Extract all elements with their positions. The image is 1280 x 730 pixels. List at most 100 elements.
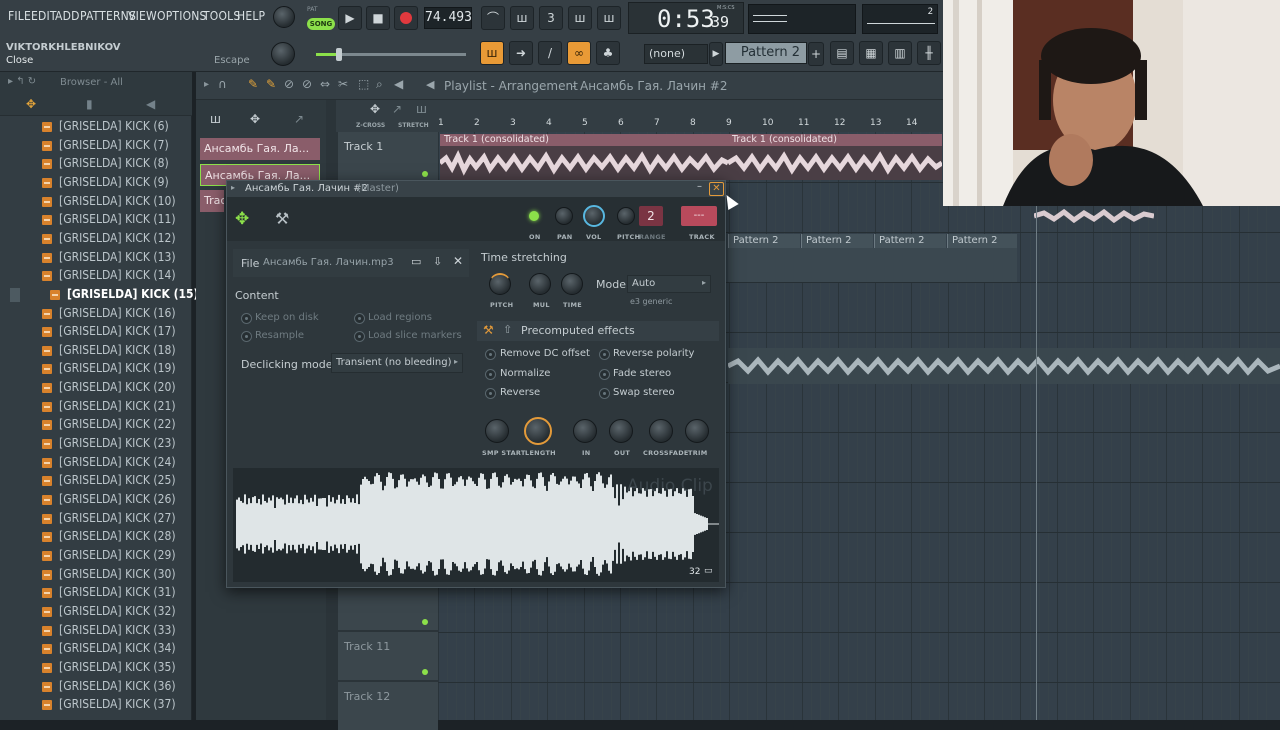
metronome-icon[interactable]: ⌒ — [481, 6, 505, 30]
pattern-prev-icon[interactable]: ▶ — [709, 42, 723, 66]
browser-item[interactable]: [GRISELDA] KICK (8) — [0, 155, 190, 173]
browser-item[interactable]: [GRISELDA] KICK (35) — [0, 659, 190, 677]
browser-item[interactable]: [GRISELDA] KICK (28) — [0, 528, 190, 546]
menu-tools[interactable]: TOOLS — [203, 9, 240, 23]
mode-select[interactable]: Auto ▸ — [627, 275, 711, 293]
magnet-icon[interactable]: ∩ — [218, 77, 227, 91]
browser-item[interactable]: [GRISELDA] KICK (21) — [0, 398, 190, 416]
browser-item[interactable]: [GRISELDA] KICK (32) — [0, 603, 190, 621]
in-knob[interactable] — [573, 419, 597, 443]
draw-tool-icon[interactable]: ✎ — [248, 77, 258, 91]
zoom-tool-icon[interactable]: ⌕ — [376, 77, 383, 92]
track-12-led[interactable] — [422, 669, 428, 675]
audio-icon[interactable]: ✥ — [250, 112, 260, 126]
snap-icon[interactable]: ш — [480, 41, 504, 65]
ts-time-knob[interactable] — [561, 273, 583, 295]
clip-waveform-display[interactable]: Audio Clip 32 ▭ — [233, 468, 719, 582]
reverse-polarity-radio[interactable] — [599, 349, 610, 360]
browser-item[interactable]: [GRISELDA] KICK (34) — [0, 640, 190, 658]
master-volume-knob[interactable] — [273, 6, 295, 28]
resample-radio[interactable] — [241, 331, 252, 342]
select-tool-icon[interactable]: ⬚ — [358, 77, 369, 91]
resample-icon[interactable]: ш — [416, 102, 427, 116]
browser-nav-icon[interactable]: ▸ ↰ ↻ — [8, 76, 36, 87]
pattern-block-2[interactable]: Pattern 2 — [801, 234, 873, 248]
mute-tool-icon[interactable]: ⊘ — [302, 77, 312, 91]
on-led[interactable] — [529, 211, 539, 221]
playback-tool-icon[interactable]: ◀ — [394, 77, 403, 91]
track-selector[interactable]: --- — [681, 206, 717, 226]
paint-tool-icon[interactable]: ✎ — [266, 77, 276, 91]
out-knob[interactable] — [609, 419, 633, 443]
trim-knob[interactable] — [685, 419, 709, 443]
piano-icon[interactable]: ш — [210, 112, 221, 126]
browser-item[interactable]: [GRISELDA] KICK (14) — [0, 267, 190, 285]
link-icon[interactable]: ∞ — [567, 41, 591, 65]
browser-item[interactable]: [GRISELDA] KICK (11) — [0, 211, 190, 229]
close-button[interactable]: ✕ — [709, 182, 724, 196]
add-pattern-button[interactable]: + — [808, 42, 824, 66]
picker-clip-1[interactable]: Ансамбь Гая. Ла... — [200, 138, 320, 160]
all-items-icon[interactable]: ✥ — [26, 97, 36, 111]
file-name[interactable]: Ансамбь Гая. Лачин.mp3 — [263, 257, 394, 268]
pattern-selector[interactable]: Pattern 2 — [725, 42, 807, 64]
range-value[interactable]: 2 — [639, 206, 663, 226]
audio-clip-3[interactable] — [728, 348, 1280, 384]
audio-clip-1[interactable]: Track 1 (consolidated) — [440, 134, 728, 180]
reload-icon[interactable]: ⇩ — [433, 255, 442, 268]
browser-item[interactable]: [GRISELDA] KICK (12) — [0, 230, 190, 248]
ts-mul-knob[interactable] — [529, 273, 551, 295]
pattern-block-3[interactable]: Pattern 2 — [874, 234, 946, 248]
small-clip-waveform[interactable] — [1033, 208, 1155, 224]
declicking-select[interactable]: Transient (no bleeding) ▸ — [331, 353, 463, 373]
browser-item[interactable]: [GRISELDA] KICK (36) — [0, 678, 190, 696]
pitch-knob[interactable] — [617, 207, 635, 225]
track-header-12[interactable]: Track 12 — [338, 682, 438, 730]
vol-knob[interactable] — [583, 205, 605, 227]
audio-clip-icon[interactable]: ✥ — [235, 209, 249, 229]
menu-arrow-icon[interactable]: ▸ — [204, 79, 209, 90]
tempo-display[interactable]: 74.493 — [424, 7, 472, 29]
audio-clip-2[interactable]: Track 1 (consolidated) — [728, 134, 942, 180]
menu-options[interactable]: OPTIONS — [157, 9, 207, 23]
zcross-icon[interactable]: ✥ — [370, 102, 380, 116]
window-menu-icon[interactable]: ▸ — [231, 183, 235, 192]
browser-scroll-mark[interactable] — [10, 288, 20, 302]
fade-stereo-radio[interactable] — [599, 369, 610, 380]
pattern-block-1[interactable]: Pattern 2 — [728, 234, 800, 248]
wrench-icon[interactable]: ⚒ — [275, 209, 289, 228]
browser-item[interactable]: [GRISELDA] KICK (29) — [0, 547, 190, 565]
record-button[interactable] — [394, 6, 418, 30]
mixer-icon[interactable]: ╫ — [917, 41, 941, 65]
browser-item[interactable]: [GRISELDA] KICK (20) — [0, 379, 190, 397]
picker-clip-3[interactable]: Trac — [200, 190, 224, 212]
ts-pitch-knob[interactable] — [489, 273, 511, 295]
menu-help[interactable]: HELP — [237, 9, 265, 23]
browser-item[interactable]: [GRISELDA] KICK (9) — [0, 174, 190, 192]
browser-item[interactable]: [GRISELDA] KICK (18) — [0, 342, 190, 360]
track-11-led[interactable] — [422, 619, 428, 625]
snap-select[interactable]: (none) — [644, 44, 708, 64]
stamp-icon[interactable]: ♣ — [596, 41, 620, 65]
arrow-right-icon[interactable]: ➜ — [509, 41, 533, 65]
playlist-icon[interactable]: ▤ — [830, 41, 854, 65]
time-display[interactable]: 0:53 39 M:S:CS — [628, 2, 744, 34]
speaker-icon[interactable]: ◀ — [146, 97, 155, 111]
slice-tool-icon[interactable]: ✂ — [338, 77, 348, 91]
stretch-icon[interactable]: ↗ — [392, 102, 402, 116]
browser-item[interactable]: [GRISELDA] KICK (24) — [0, 454, 190, 472]
browser-item[interactable]: [GRISELDA] KICK (31) — [0, 584, 190, 602]
keep-on-disk-radio[interactable] — [241, 313, 252, 324]
browser-item[interactable]: [GRISELDA] KICK (19) — [0, 360, 190, 378]
reverse-radio[interactable] — [485, 388, 496, 399]
slip-tool-icon[interactable]: ⇔ — [320, 77, 330, 91]
load-slice-markers-radio[interactable] — [354, 331, 365, 342]
browser-item[interactable]: [GRISELDA] KICK (37) — [0, 696, 190, 714]
browser-item[interactable]: [GRISELDA] KICK (10) — [0, 193, 190, 211]
browser-item[interactable]: [GRISELDA] KICK (7) — [0, 137, 190, 155]
pattern-block-4[interactable]: Pattern 2 — [947, 234, 1017, 248]
remove-dc-radio[interactable] — [485, 349, 496, 360]
clip-window-titlebar[interactable]: ▸ Ансамбь Гая. Лачин #2 (Master) – ✕ — [227, 181, 725, 197]
slider-handle[interactable] — [336, 48, 342, 61]
browser-item[interactable]: [GRISELDA] KICK (33) — [0, 622, 190, 640]
